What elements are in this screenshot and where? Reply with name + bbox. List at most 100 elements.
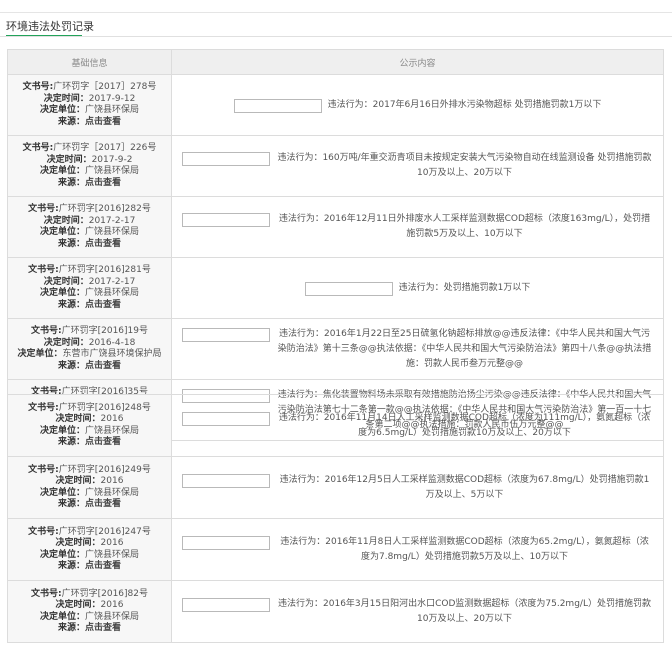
- source-label: 来源：: [57, 561, 85, 571]
- doc-label: 文书号:: [22, 82, 54, 92]
- content-image-box: [182, 152, 270, 166]
- penalty-content: 违法行为：2016年11月14日人工采样监测数据COD超标（浓度为111mg/L…: [278, 412, 651, 438]
- table-row: 文书号:广环罚字［2017］226号 决定时间：2017-9-2 决定单位：广饶县环…: [7, 135, 664, 197]
- decision-date: 2017-2-17: [88, 215, 136, 226]
- decision-unit: 广饶县环保局: [85, 549, 140, 560]
- title-divider: [0, 36, 672, 37]
- source-label: 来源：: [57, 360, 85, 371]
- table-row: 文书号:广环罚字[2016]248号 决定时间：2016 决定单位：广饶县环保局 来源…: [7, 394, 664, 457]
- date-label: 决定时间：: [43, 93, 89, 104]
- doc-number: 广环罚字[2016]281号: [58, 265, 151, 275]
- penalty-table-2: 文书号:广环罚字[2016]248号 决定时间：2016 决定单位：广饶县环保局 来源…: [7, 394, 664, 643]
- content-cell: 违法行为：处罚措施罚款1万以下: [171, 257, 664, 319]
- source-label: 来源：: [57, 437, 85, 447]
- table-row: 文书号:广环罚字[2016]247号 决定时间：2016 决定单位：广饶县环保局 来源…: [7, 518, 664, 581]
- content-cell: 违法行为：160万吨/年重交沥青项目未按规定安装大气污染物自动在线监测设备 处罚…: [171, 135, 664, 197]
- content-image-box: [304, 281, 393, 296]
- content-cell: 违法行为：2016年12月5日人工采样监测数据COD超标（浓度为67.8mg/L…: [171, 456, 664, 519]
- doc-number: 广环罚字[2016]82号: [61, 588, 148, 599]
- content-cell: 违法行为：2016年3月15日阳河出水口COD监测数据超标（浓度为75.2mg/…: [171, 580, 664, 643]
- decision-date: 2016: [100, 476, 124, 486]
- doc-label: 文书号:: [28, 402, 59, 413]
- source-label: 来源：: [57, 299, 85, 310]
- source-label: 来源：: [57, 238, 85, 249]
- source-label: 来源：: [57, 116, 85, 127]
- content-image-box: [182, 473, 270, 488]
- header-public-content: 公示内容: [171, 49, 664, 75]
- basic-info-cell: 文书号:广环罚字［2017］226号 决定时间：2017-9-2 决定单位：广饶县环…: [7, 135, 172, 197]
- content-image-box: [182, 327, 270, 342]
- table-row: 文书号:广环罚字[2016]82号 决定时间：2016 决定单位：广饶县环保局 来源：…: [7, 580, 664, 643]
- basic-info-cell: 文书号:广环罚字[2016]19号 决定时间：2016-4-18 决定单位：东营市广…: [7, 318, 172, 380]
- penalty-content: 违法行为：2017年6月16日外排水污染物超标 处罚措施罚款1万以下: [327, 99, 602, 110]
- decision-date: 2017-2-17: [88, 276, 136, 287]
- decision-date: 2017-9-2: [91, 154, 133, 165]
- penalty-content: 违法行为：2016年12月5日人工采样监测数据COD超标（浓度为67.8mg/L…: [279, 474, 650, 500]
- penalty-content: 违法行为：2016年12月11日外排废水人工采样监测数据COD超标（浓度163m…: [278, 214, 651, 239]
- view-link[interactable]: 点击查看: [85, 623, 121, 633]
- content-image-box: [233, 98, 322, 113]
- content-image-box: [182, 411, 270, 426]
- source-label: 来源：: [57, 623, 85, 633]
- decision-unit: 广饶县环保局: [85, 487, 140, 498]
- date-label: 决定时间：: [43, 276, 89, 287]
- content-image-box: [182, 535, 270, 550]
- penalty-content: 违法行为：160万吨/年重交沥青项目未按规定安装大气污染物自动在线监测设备 处罚…: [277, 153, 652, 178]
- penalty-content: 违法行为：处罚措施罚款1万以下: [398, 282, 531, 293]
- unit-label: 决定单位：: [39, 288, 85, 298]
- table-row: 文书号:广环罚字[2016]281号 决定时间：2017-2-17 决定单位：广饶县…: [7, 257, 664, 319]
- view-link[interactable]: 点击查看: [85, 178, 121, 188]
- header-basic-info: 基础信息: [7, 49, 172, 75]
- source-label: 来源：: [57, 499, 85, 509]
- unit-label: 决定单位：: [39, 227, 85, 237]
- basic-info-cell: 文书号:广环罚字[2016]82号 决定时间：2016 决定单位：广饶县环保局 来源：…: [7, 580, 172, 643]
- doc-number: 广环罚字[2016]282号: [58, 204, 151, 214]
- view-link[interactable]: 点击查看: [85, 361, 121, 371]
- basic-info-cell: 文书号:广环罚字[2016]247号 决定时间：2016 决定单位：广饶县环保局 来源…: [7, 518, 172, 581]
- doc-label: 文书号:: [28, 526, 59, 537]
- view-link[interactable]: 点击查看: [85, 117, 121, 127]
- table-row: 文书号:广环罚字[2016]249号 决定时间：2016 决定单位：广饶县环保局 来源…: [7, 456, 664, 519]
- penalty-content: 违法行为：2016年11月8日人工采样监测数据COD超标（浓度为65.2mg/L…: [280, 536, 649, 562]
- doc-number: 广环罚字[2016]249号: [58, 464, 151, 475]
- doc-label: 文书号:: [31, 326, 62, 336]
- content-image-box: [182, 597, 270, 612]
- basic-info-cell: 文书号:广环罚字[2016]281号 决定时间：2017-2-17 决定单位：广饶县…: [7, 257, 172, 319]
- doc-number: 广环罚字[2016]247号: [58, 526, 151, 537]
- date-label: 决定时间：: [55, 414, 101, 424]
- doc-number: 广环罚字[2016]248号: [58, 402, 151, 413]
- table-row: 文书号:广环罚字［2017］278号 决定时间：2017-9-12 决定单位：广饶县…: [7, 74, 664, 136]
- penalty-content: 违法行为：2016年1月22日至25日硫氢化钠超标排放@@违反法律：《中华人民共…: [277, 328, 652, 369]
- view-link[interactable]: 点击查看: [85, 300, 121, 310]
- view-link[interactable]: 点击查看: [85, 437, 121, 447]
- section-title: 环境违法处罚记录: [6, 20, 94, 33]
- view-link[interactable]: 点击查看: [85, 239, 121, 249]
- decision-unit: 广饶县环保局: [85, 227, 140, 237]
- doc-number: 广环罚字[2016]19号: [61, 326, 148, 336]
- unit-label: 决定单位：: [39, 105, 85, 115]
- basic-info-cell: 文书号:广环罚字[2016]249号 决定时间：2016 决定单位：广饶县环保局 来源…: [7, 456, 172, 519]
- doc-label: 文书号:: [28, 464, 59, 475]
- basic-info-cell: 文书号:广环罚字[2016]282号 决定时间：2017-2-17 决定单位：广饶县…: [7, 196, 172, 258]
- decision-unit: 广饶县环保局: [85, 288, 140, 298]
- doc-number: 广环罚字［2017］226号: [53, 143, 157, 153]
- date-label: 决定时间：: [43, 337, 89, 348]
- content-cell: 违法行为：2016年12月11日外排废水人工采样监测数据COD超标（浓度163m…: [171, 196, 664, 258]
- decision-date: 2016-4-18: [88, 337, 136, 348]
- decision-unit: 广饶县环保局: [85, 105, 140, 115]
- content-cell: 违法行为：2016年11月14日人工采样监测数据COD超标（浓度为111mg/L…: [171, 394, 664, 457]
- view-link[interactable]: 点击查看: [85, 499, 121, 509]
- view-link[interactable]: 点击查看: [85, 561, 121, 571]
- decision-date: 2017-9-12: [88, 93, 136, 104]
- unit-label: 决定单位：: [39, 425, 85, 436]
- table-row: 文书号:广环罚字[2016]19号 决定时间：2016-4-18 决定单位：东营市广…: [7, 318, 664, 380]
- doc-label: 文书号:: [31, 588, 62, 599]
- content-cell: 违法行为：2017年6月16日外排水污染物超标 处罚措施罚款1万以下: [171, 74, 664, 136]
- doc-label: 文书号:: [28, 265, 59, 275]
- date-label: 决定时间：: [55, 476, 101, 486]
- unit-label: 决定单位：: [39, 487, 85, 498]
- date-label: 决定时间：: [55, 600, 101, 610]
- date-label: 决定时间：: [46, 154, 92, 165]
- table-row: 文书号:广环罚字[2016]282号 决定时间：2017-2-17 决定单位：广饶县…: [7, 196, 664, 258]
- doc-label: 文书号:: [22, 143, 54, 153]
